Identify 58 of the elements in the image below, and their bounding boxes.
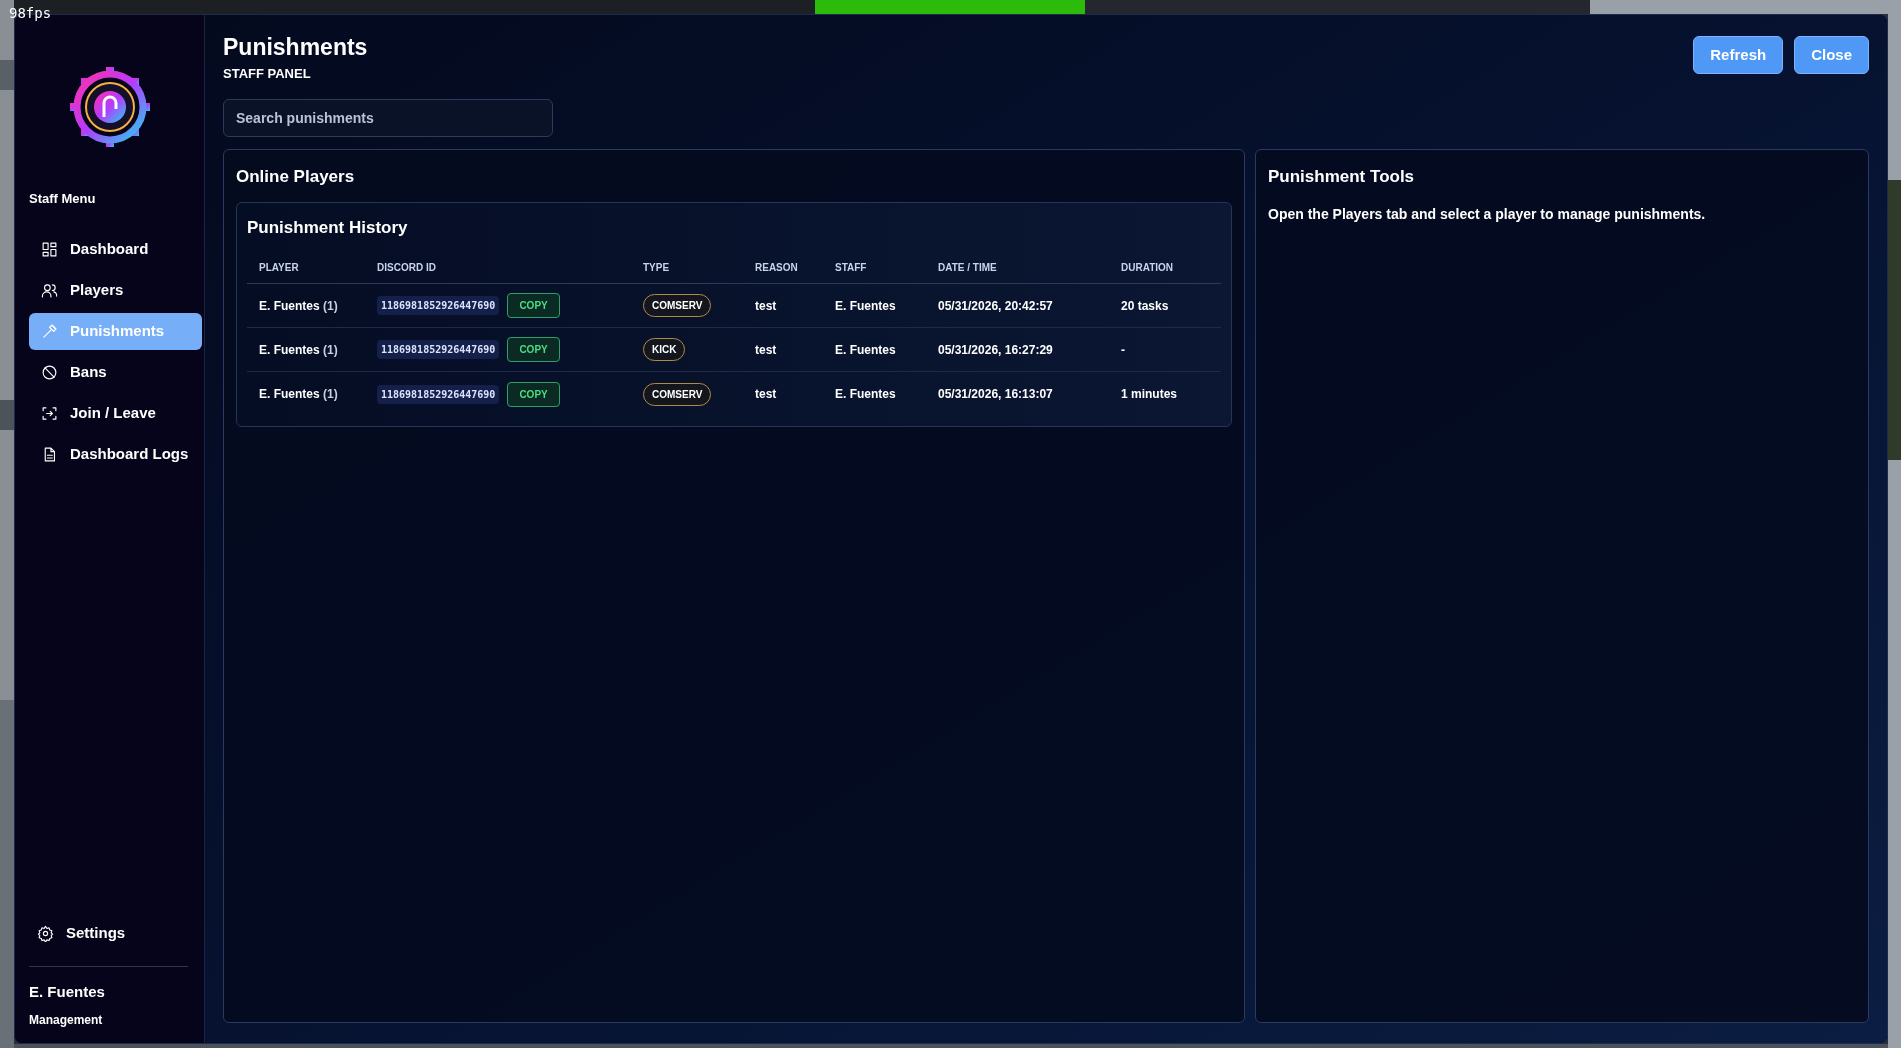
panel-title: Online Players [236,166,356,189]
column-header: DURATION [1121,262,1174,274]
player-name: E. Fuentes [259,298,320,313]
sidebar-heading: Staff Menu [29,190,97,208]
copy-button[interactable]: COPY [507,337,560,363]
date-time: 05/31/2026, 16:13:07 [938,387,1053,401]
sidebar-item[interactable]: Bans [29,353,202,391]
instruction-text: Open the Players tab and select a player to manage punishments. [1268,204,1707,224]
reason-text: test [755,298,777,313]
sidebar-item[interactable]: Dashboard [29,230,202,268]
player-count: (1) [323,298,338,313]
copy-button[interactable]: COPY [507,293,560,319]
enter-icon [41,404,58,422]
gear-logo-icon [67,65,152,149]
staff-name: E. Fuentes [835,298,896,313]
column-header: DATE / TIME [938,262,997,274]
card-title: Punishment History [247,216,409,239]
reason-text: test [755,342,777,357]
sidebar-item[interactable]: Dashboard Logs [29,435,202,473]
column-header: DISCORD ID [377,262,436,274]
gear-icon [37,924,54,942]
type-tag: COMSERV [643,294,712,318]
duration-text: 1 minutes [1121,387,1177,401]
user-role: Management [29,1012,104,1029]
player-name: E. Fuentes [259,342,320,357]
staff-name: E. Fuentes [835,342,896,357]
user-name: E. Fuentes [29,981,106,1002]
staff-name: E. Fuentes [835,387,896,401]
column-header: REASON [755,262,798,274]
column-header: TYPE [643,262,670,274]
fps-counter: 98fps [9,6,52,20]
type-tag: KICK [643,338,686,362]
search-field[interactable]: Search punishments [223,99,553,138]
duration-text: 20 tasks [1121,298,1169,313]
discord-id: 1186981852926447690 [377,340,500,360]
ban-icon [41,363,58,381]
column-header: STAFF [835,262,867,274]
settings-item[interactable]: Settings [29,914,134,952]
sidebar-item[interactable]: Players [29,271,202,309]
sidebar-item[interactable]: Join / Leave [29,394,202,432]
date-time: 05/31/2026, 16:27:29 [938,342,1053,357]
copy-button[interactable]: COPY [507,381,560,407]
player-name: E. Fuentes [259,387,320,401]
users-icon [41,281,58,299]
date-time: 05/31/2026, 20:42:57 [938,298,1053,313]
player-count: (1) [323,342,338,357]
page-subtitle: STAFF PANEL [223,64,312,83]
hammer-icon [41,322,58,340]
grid-icon [41,240,58,258]
type-tag: COMSERV [643,382,712,406]
reason-text: test [755,387,777,401]
discord-id: 1186981852926447690 [377,384,500,404]
panel-title: Punishment Tools [1268,166,1416,189]
column-header: PLAYER [259,262,299,274]
discord-id: 1186981852926447690 [377,296,500,316]
duration-text: - [1121,342,1125,357]
player-count: (1) [323,387,338,401]
page-title: Punishments [223,33,368,62]
